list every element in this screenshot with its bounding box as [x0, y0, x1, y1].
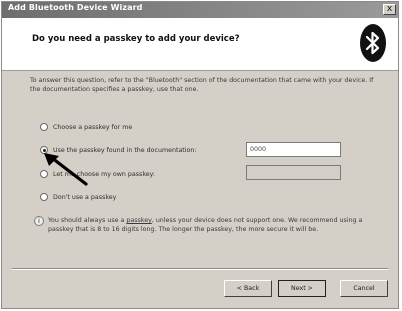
- option-choose-passkey[interactable]: Choose a passkey for me: [40, 121, 132, 133]
- footer-separator: [12, 268, 388, 270]
- next-button[interactable]: Next >: [278, 280, 326, 297]
- intro-text: To answer this question, refer to the "B…: [30, 77, 374, 93]
- radio-no-passkey[interactable]: [40, 193, 48, 201]
- info-text: You should always use a passkey, unless …: [48, 216, 370, 234]
- radio-choose-passkey[interactable]: [40, 123, 48, 131]
- back-button[interactable]: < Back: [224, 280, 272, 297]
- documentation-passkey-input[interactable]: 0000: [246, 142, 341, 157]
- title-bar: Add Bluetooth Device Wizard x: [2, 2, 398, 18]
- cancel-button[interactable]: Cancel: [340, 280, 388, 297]
- wizard-window: Add Bluetooth Device Wizard x Do you nee…: [1, 1, 399, 309]
- passkey-link[interactable]: passkey: [126, 217, 151, 224]
- bluetooth-icon: [360, 24, 386, 62]
- info-text-start: You should always use a: [48, 217, 127, 224]
- radio-label: Don't use a passkey: [53, 193, 117, 201]
- wizard-header: Do you need a passkey to add your device…: [2, 18, 398, 71]
- header-question: Do you need a passkey to add your device…: [32, 34, 240, 44]
- radio-label: Choose a passkey for me: [53, 123, 133, 131]
- pointer-arrow-icon: [44, 153, 88, 186]
- window-title: Add Bluetooth Device Wizard: [8, 3, 143, 12]
- own-passkey-input[interactable]: [246, 165, 341, 180]
- close-button[interactable]: x: [383, 4, 396, 15]
- info-icon: i: [34, 216, 44, 226]
- option-no-passkey[interactable]: Don't use a passkey: [40, 191, 116, 203]
